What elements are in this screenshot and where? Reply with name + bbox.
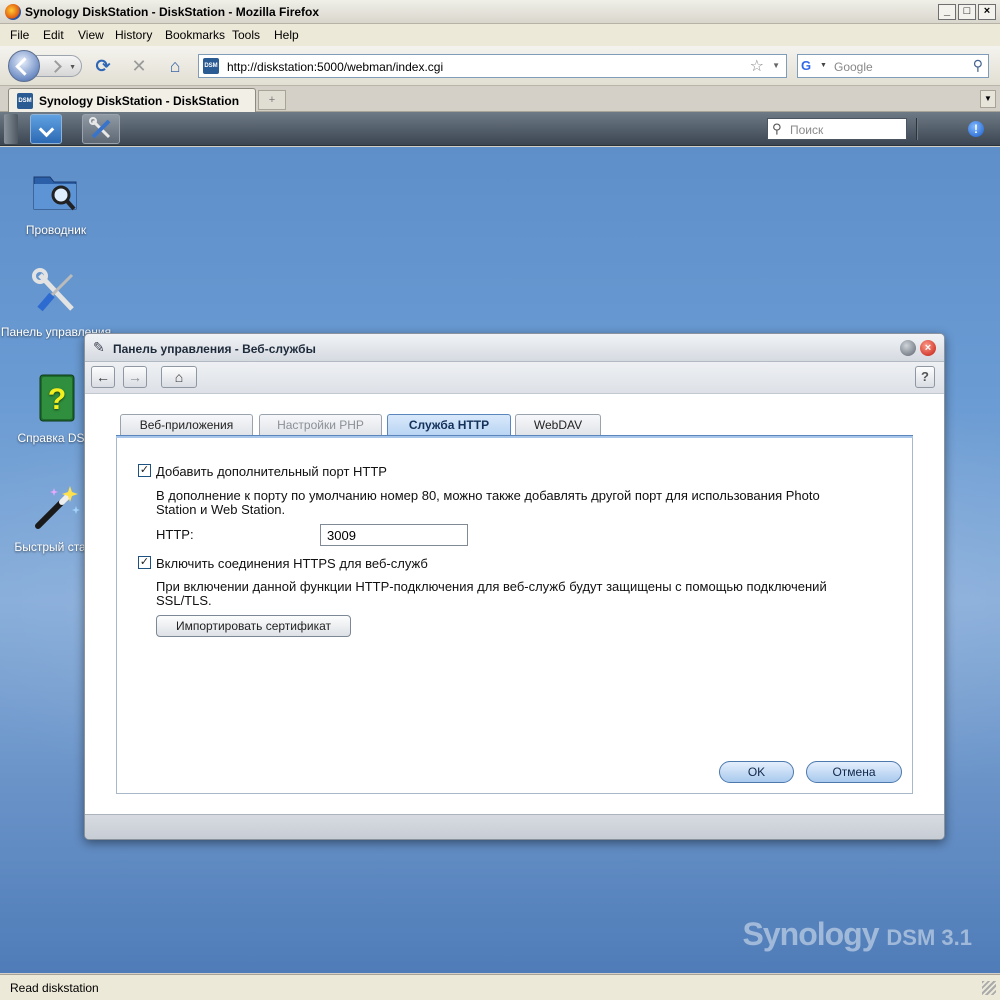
dsm-search-placeholder: Поиск (790, 123, 824, 137)
http-port-label: Добавить дополнительный порт HTTP (156, 464, 387, 479)
home-icon: ⌂ (174, 369, 184, 385)
dsm-taskbar: ⚲ Поиск ! (0, 112, 1000, 146)
stop-icon[interactable]: ✕ (129, 56, 149, 76)
menu-history[interactable]: History (115, 28, 152, 42)
tab-web-applications[interactable]: Веб-приложения (120, 414, 253, 436)
browser-tab[interactable]: DSM Synology DiskStation - DiskStation (8, 88, 256, 112)
notification-icon[interactable]: ! (968, 121, 984, 137)
tools-icon (30, 267, 82, 319)
window-titlebar[interactable]: ✎ Панель управления - Веб-службы × (85, 334, 944, 362)
synology-brand-watermark: Synology DSM 3.1 (743, 916, 973, 953)
search-icon: ⚲ (772, 121, 782, 136)
brand-product: DSM 3.1 (886, 925, 972, 950)
back-button[interactable] (8, 50, 40, 82)
folder-search-icon (30, 165, 82, 217)
browser-tab-title: Synology DiskStation - DiskStation (39, 94, 240, 108)
maximize-button[interactable]: □ (958, 4, 976, 20)
status-text: Read diskstation (10, 981, 99, 995)
desktop-icon-explorer[interactable]: Проводник (11, 165, 101, 238)
forward-button[interactable]: ▼ (36, 55, 82, 77)
minimize-window-button[interactable] (900, 340, 916, 356)
import-certificate-button[interactable]: Импортировать сертификат (156, 615, 351, 637)
desktop-icon-control-panel[interactable]: Панель управления (1, 267, 111, 340)
home-icon[interactable]: ⌂ (165, 56, 185, 76)
window-content: Веб-приложения Настройки PHP Служба HTTP… (85, 394, 944, 814)
tab-php-settings[interactable]: Настройки PHP (259, 414, 382, 436)
resize-grip[interactable] (982, 981, 996, 995)
search-bar[interactable]: G ▼ Google ⚲ (797, 54, 989, 78)
url-text[interactable]: http://diskstation:5000/webman/index.cgi (227, 60, 443, 74)
google-icon[interactable]: G (801, 58, 817, 74)
url-bar[interactable]: DSM http://diskstation:5000/webman/index… (198, 54, 787, 78)
svg-text:?: ? (48, 383, 66, 416)
ok-button[interactable]: OK (719, 761, 794, 783)
browser-titlebar: Synology DiskStation - DiskStation - Moz… (0, 0, 1000, 24)
menu-file[interactable]: File (10, 28, 29, 42)
dsm-search-field[interactable]: ⚲ Поиск (767, 118, 907, 140)
https-description-1: При включении данной функции HTTP-подклю… (156, 579, 827, 594)
search-icon[interactable]: ⚲ (973, 57, 983, 74)
menu-tools[interactable]: Tools (232, 28, 260, 42)
help-button[interactable]: ? (915, 366, 935, 388)
arrow-left-icon: ← (96, 369, 110, 385)
menu-help[interactable]: Help (274, 28, 299, 42)
navigation-toolbar: ▼ ⟳ ✕ ⌂ DSM http://diskstation:5000/webm… (0, 46, 1000, 86)
forward-arrow-button[interactable]: → (123, 366, 147, 388)
menu-edit[interactable]: Edit (43, 28, 64, 42)
taskbar-grip (4, 114, 18, 144)
tools-icon (89, 117, 111, 139)
browser-tab-bar: DSM Synology DiskStation - DiskStation +… (0, 86, 1000, 112)
tab-http-service[interactable]: Служба HTTP (387, 414, 511, 436)
https-label: Включить соединения HTTPS для веб-служб (156, 556, 428, 571)
http-port-input[interactable]: 3009 (320, 524, 468, 546)
window-footer (85, 814, 944, 839)
http-port-description-2: Station и Web Station. (156, 502, 286, 517)
close-window-button[interactable]: × (978, 4, 996, 20)
help-book-icon: ? (30, 373, 82, 425)
search-engine-dropdown-icon[interactable]: ▼ (820, 62, 827, 69)
tools-icon: ✎ (93, 339, 105, 355)
new-tab-button[interactable]: + (258, 90, 286, 110)
menu-bar: File Edit View History Bookmarks Tools H… (0, 24, 1000, 46)
history-dropdown-icon[interactable]: ▼ (69, 64, 76, 71)
back-arrow-button[interactable]: ← (91, 366, 115, 388)
brand-name: Synology (742, 916, 880, 952)
taskbar-divider (916, 118, 917, 140)
menu-view[interactable]: View (78, 28, 104, 42)
magic-wand-icon (30, 482, 82, 534)
reload-icon[interactable]: ⟳ (93, 56, 113, 76)
desktop-icon-label: Проводник (25, 223, 87, 237)
home-button[interactable]: ⌂ (161, 366, 197, 388)
dsm-favicon-icon: DSM (203, 58, 219, 74)
https-checkbox[interactable]: ✓ (138, 556, 151, 569)
control-panel-taskbar-button[interactable] (82, 114, 120, 144)
window-title: Synology DiskStation - DiskStation - Moz… (25, 5, 320, 19)
tab-list-button[interactable]: ▼ (980, 90, 996, 108)
control-panel-window: ✎ Панель управления - Веб-службы × ← → ⌂… (84, 333, 945, 840)
dsm-favicon-icon: DSM (17, 93, 33, 109)
url-dropdown-icon[interactable]: ▼ (772, 61, 780, 70)
window-title: Панель управления - Веб-службы (113, 342, 316, 356)
tab-webdav[interactable]: WebDAV (515, 414, 601, 436)
close-window-button[interactable]: × (920, 340, 936, 356)
http-port-description-1: В дополнение к порту по умолчанию номер … (156, 488, 820, 503)
http-field-label: HTTP: (156, 527, 194, 542)
https-description-2: SSL/TLS. (156, 593, 212, 608)
search-placeholder: Google (834, 60, 873, 74)
main-menu-button[interactable] (30, 114, 62, 144)
arrow-right-icon: → (128, 369, 142, 385)
minimize-button[interactable]: _ (938, 4, 956, 20)
cancel-button[interactable]: Отмена (806, 761, 902, 783)
status-bar: Read diskstation (0, 974, 1000, 1000)
firefox-logo-icon (5, 4, 21, 20)
menu-bookmarks[interactable]: Bookmarks (165, 28, 225, 42)
http-port-checkbox[interactable]: ✓ (138, 464, 151, 477)
bookmark-star-icon[interactable]: ☆ (750, 56, 764, 76)
window-toolbar: ← → ⌂ ? (85, 362, 944, 394)
